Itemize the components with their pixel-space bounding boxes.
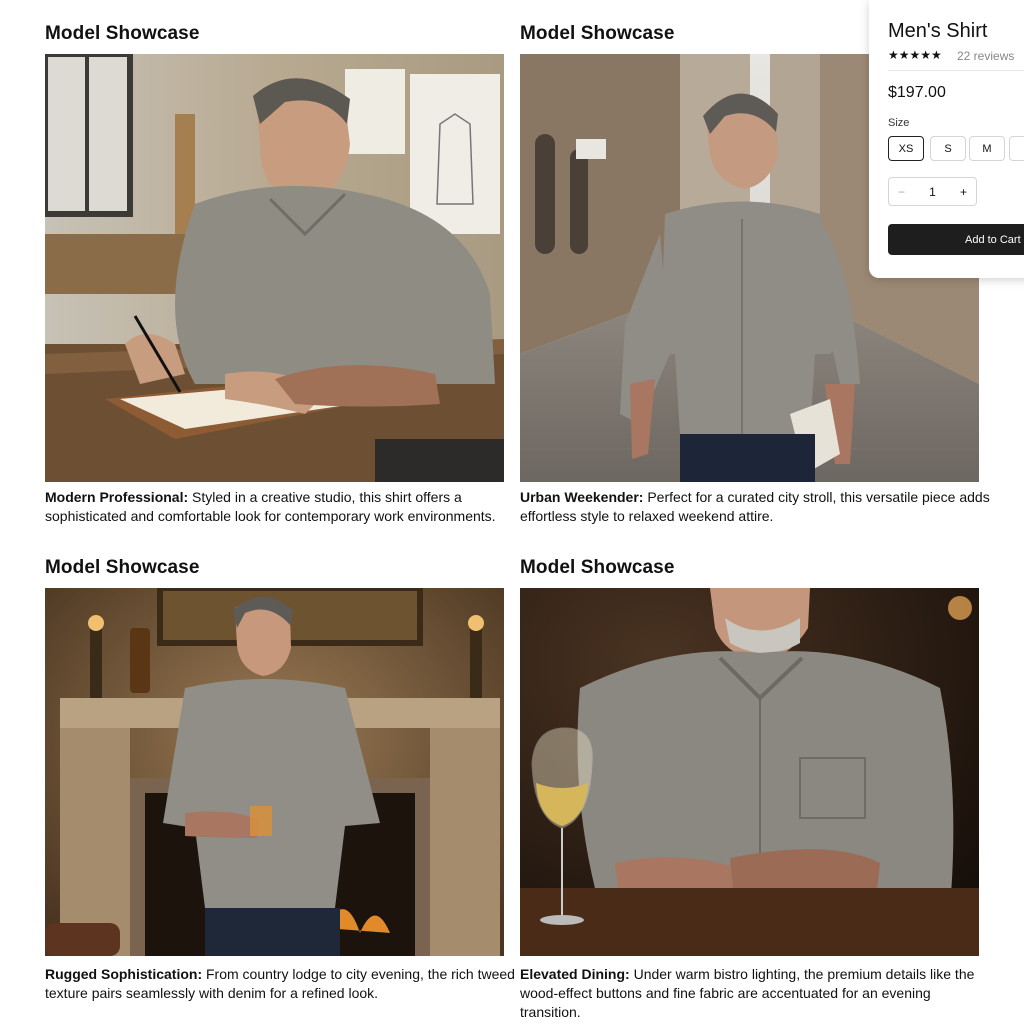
studio-photo: [45, 54, 504, 482]
product-panel: Men's Shirt ★★★★★ 22 reviews $197.00 Siz…: [869, 0, 1024, 278]
card-heading: Model Showcase: [45, 557, 200, 578]
reviews-link[interactable]: 22 reviews: [957, 49, 1014, 63]
divider: [888, 70, 1024, 71]
card-caption: Modern Professional: Styled in a creativ…: [45, 488, 515, 526]
lodge-photo: [45, 588, 504, 1016]
card-caption: Urban Weekender: Perfect for a curated c…: [520, 488, 990, 526]
card-heading: Model Showcase: [520, 23, 675, 44]
card-heading: Model Showcase: [45, 23, 200, 44]
dining-photo: [520, 588, 979, 1016]
card-caption: Rugged Sophistication: From country lodg…: [45, 965, 515, 1003]
quantity-value[interactable]: 1: [929, 185, 936, 199]
size-option-xs[interactable]: XS: [888, 136, 924, 161]
caption-title: Elevated Dining:: [520, 966, 630, 982]
size-option-l[interactable]: L: [1009, 136, 1024, 161]
caption-title: Urban Weekender:: [520, 489, 644, 505]
add-to-cart-button[interactable]: Add to Cart: [888, 224, 1024, 255]
caption-title: Rugged Sophistication:: [45, 966, 203, 982]
size-option-m[interactable]: M: [969, 136, 1005, 161]
card-caption: Elevated Dining: Under warm bistro light…: [520, 965, 990, 1022]
minus-button[interactable]: −: [898, 185, 905, 199]
star-rating-icon: ★★★★★: [888, 48, 942, 62]
size-label: Size: [888, 117, 910, 129]
plus-button[interactable]: +: [960, 185, 967, 199]
product-price: $197.00: [888, 84, 946, 101]
product-title: Men's Shirt: [888, 20, 988, 42]
size-option-s[interactable]: S: [930, 136, 966, 161]
caption-title: Modern Professional:: [45, 489, 189, 505]
quantity-stepper: − 1 +: [888, 177, 977, 206]
card-heading: Model Showcase: [520, 557, 675, 578]
